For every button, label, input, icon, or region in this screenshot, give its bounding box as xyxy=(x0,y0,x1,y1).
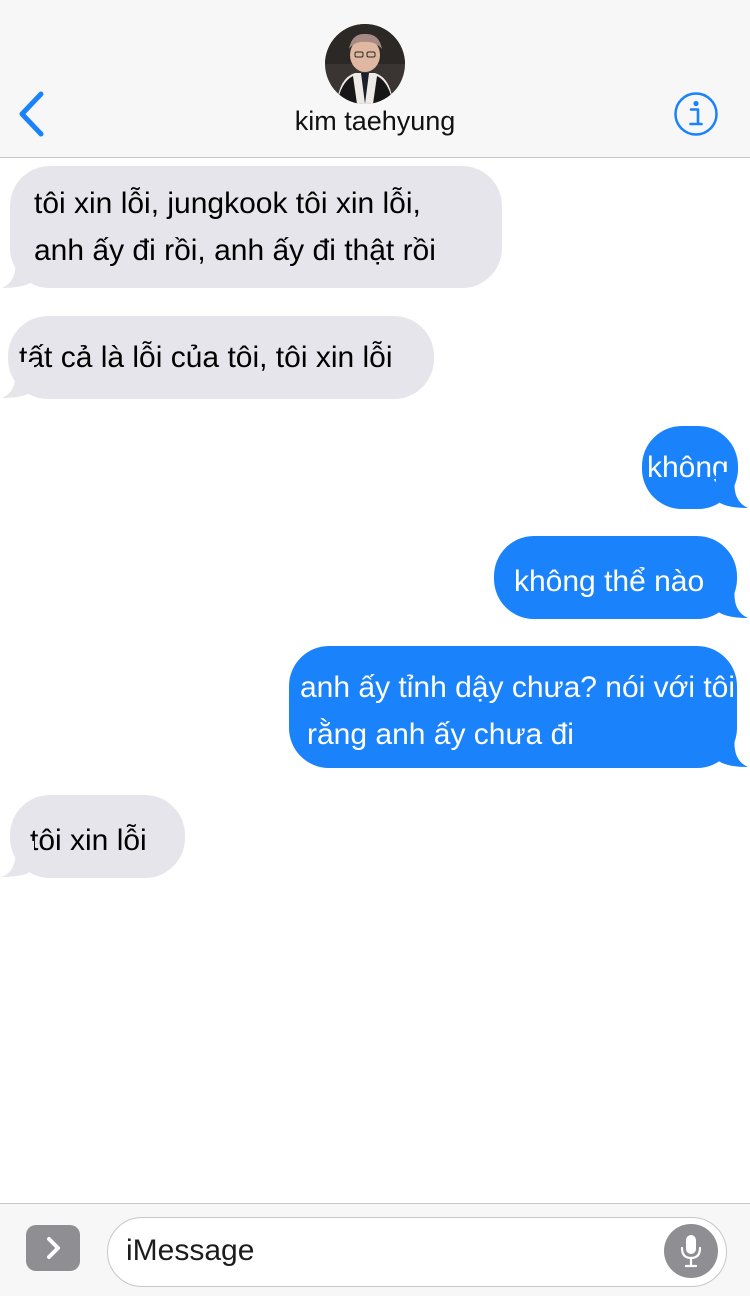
message-text: tất cả là lỗi của tôi, tôi xin lỗi xyxy=(19,341,393,374)
bubble-tail xyxy=(2,252,34,288)
conversation-header: kim taehyung xyxy=(0,0,750,158)
bubble-tail xyxy=(716,472,748,508)
message-text: tôi xin lỗi, jungkook tôi xin lỗi, xyxy=(34,187,421,220)
message-bubble-incoming[interactable]: tôi xin lỗi, jungkook tôi xin lỗi, anh ấ… xyxy=(10,166,502,288)
avatar[interactable] xyxy=(325,24,405,104)
bubble-tail xyxy=(716,582,748,618)
message-text: không thể nào xyxy=(514,565,705,598)
compose-bar: iMessage xyxy=(0,1203,750,1296)
message-bubble-outgoing[interactable]: anh ấy tỉnh dậy chưa? nói với tôi rằng a… xyxy=(289,646,737,768)
message-text: tôi xin lỗi xyxy=(30,824,147,857)
message-input[interactable]: iMessage xyxy=(107,1217,727,1287)
bubble-tail xyxy=(2,841,34,877)
apps-button[interactable] xyxy=(26,1225,80,1271)
bubble-tail xyxy=(716,731,748,767)
message-text: anh ấy đi rồi, anh ấy đi thật rồi xyxy=(34,234,436,267)
info-icon[interactable] xyxy=(673,91,719,137)
microphone-icon xyxy=(680,1235,702,1268)
chevron-right-icon xyxy=(47,1237,60,1259)
message-text: anh ấy tỉnh dậy chưa? nói với tôi xyxy=(300,671,736,704)
microphone-button[interactable] xyxy=(664,1224,718,1278)
message-bubble-incoming[interactable]: tất cả là lỗi của tôi, tôi xin lỗi xyxy=(8,316,434,399)
message-input-placeholder: iMessage xyxy=(126,1234,255,1267)
bubble-tail xyxy=(2,362,34,398)
message-text: rằng anh ấy chưa đi xyxy=(307,718,574,751)
contact-name[interactable]: kim taehyung xyxy=(0,106,750,137)
message-bubble-outgoing[interactable]: không thể nào xyxy=(494,536,737,619)
